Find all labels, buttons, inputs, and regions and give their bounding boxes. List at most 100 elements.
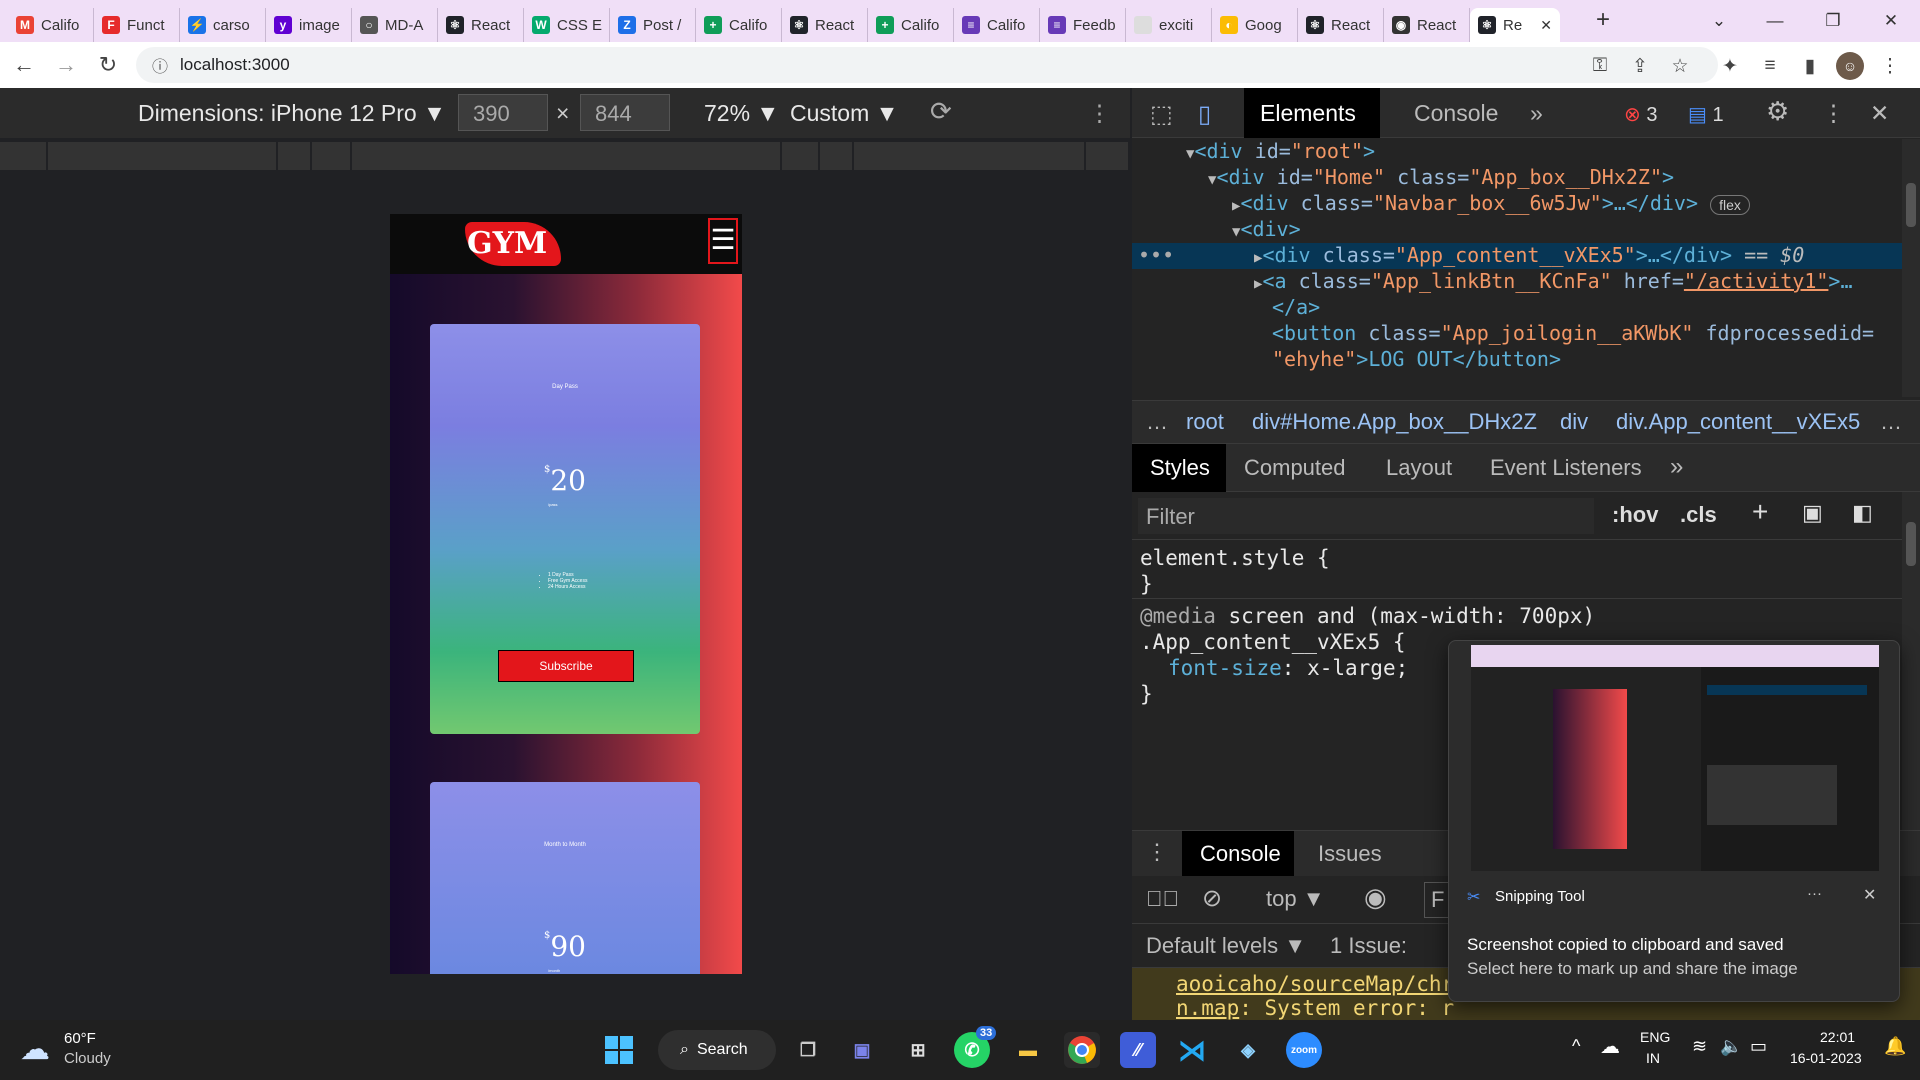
- share-icon[interactable]: ⇪: [1626, 52, 1654, 80]
- device-width-input[interactable]: 390: [458, 94, 548, 131]
- gym-logo[interactable]: GYM: [465, 222, 561, 266]
- password-key-icon[interactable]: ⚿: [1586, 52, 1614, 80]
- source-map-link[interactable]: aooicaho/sourceMap/chr: [1176, 972, 1454, 996]
- browser-tab[interactable]: exciti: [1126, 8, 1212, 42]
- app-icon[interactable]: ◈: [1230, 1032, 1266, 1068]
- dom-node-selected[interactable]: ••• ▶<div class="App_content__vXEx5">…</d…: [1132, 243, 1902, 269]
- store-icon[interactable]: ⊞: [900, 1032, 936, 1068]
- show-sidebar-icon[interactable]: ▶⃞: [1146, 886, 1179, 912]
- inspect-element-icon[interactable]: ⬚: [1150, 100, 1173, 129]
- show-hidden-icons[interactable]: ^: [1572, 1036, 1580, 1057]
- dom-node-home[interactable]: ▼<div id="Home" class="App_box__DHx2Z">: [1208, 165, 1674, 189]
- breadcrumb-item[interactable]: div.App_content__vXEx5: [1616, 409, 1860, 435]
- profile-avatar[interactable]: ☺: [1836, 52, 1864, 80]
- taskbar-search[interactable]: ⌕ Search: [658, 1030, 776, 1070]
- drawer-tab-console[interactable]: Console: [1182, 831, 1294, 877]
- powerautomate-icon[interactable]: ⁄⁄: [1120, 1032, 1156, 1068]
- issues-counter[interactable]: 1 Issue:: [1330, 933, 1407, 959]
- settings-gear-icon[interactable]: ⚙: [1766, 96, 1789, 127]
- hover-state-toggle[interactable]: :hov: [1612, 502, 1658, 528]
- vscode-icon[interactable]: ⋊: [1174, 1032, 1210, 1068]
- tab-search-icon[interactable]: ⌄: [1690, 0, 1748, 42]
- language-region[interactable]: IN: [1646, 1050, 1660, 1066]
- media-query[interactable]: @media screen and (max-width: 700px): [1140, 604, 1595, 628]
- drawer-menu-icon[interactable]: ⋮: [1146, 839, 1168, 865]
- throttle-select[interactable]: Custom ▼: [790, 100, 898, 127]
- screenshot-thumbnail[interactable]: [1471, 645, 1879, 871]
- side-panel-icon[interactable]: ▮: [1796, 52, 1824, 80]
- site-info-icon[interactable]: ⓘ: [152, 53, 168, 77]
- device-toggle-icon[interactable]: ▯: [1198, 100, 1211, 129]
- tab-layout[interactable]: Layout: [1386, 455, 1452, 481]
- styles-filter-input[interactable]: Filter: [1138, 498, 1594, 534]
- breadcrumb-item[interactable]: div: [1560, 409, 1588, 435]
- wifi-icon[interactable]: ≋: [1692, 1036, 1707, 1057]
- media-query-bar[interactable]: [0, 140, 1130, 172]
- breadcrumb-item[interactable]: div#Home.App_box__DHx2Z: [1252, 409, 1537, 435]
- maximize-button[interactable]: ❐: [1804, 0, 1862, 42]
- browser-tab[interactable]: ≡ Califo: [954, 8, 1040, 42]
- reload-button[interactable]: ↻: [90, 47, 126, 83]
- rule-selector[interactable]: .App_content__vXEx5 {: [1140, 630, 1406, 654]
- css-declaration[interactable]: font-size: x-large;: [1168, 656, 1408, 680]
- hamburger-menu-icon[interactable]: ☰: [708, 218, 738, 264]
- clock-date[interactable]: 16-01-2023: [1790, 1050, 1862, 1066]
- minimize-button[interactable]: —: [1746, 0, 1804, 42]
- new-rule-icon[interactable]: +: [1752, 496, 1768, 528]
- device-height-input[interactable]: 844: [580, 94, 670, 131]
- url-bar[interactable]: ⓘ localhost:3000: [136, 47, 1718, 83]
- back-button[interactable]: ←: [6, 47, 42, 83]
- browser-tab[interactable]: ⚛ React: [438, 8, 524, 42]
- close-window-button[interactable]: ✕: [1862, 0, 1920, 42]
- language-code[interactable]: ENG: [1640, 1029, 1670, 1045]
- teams-chat-icon[interactable]: ▣: [844, 1032, 880, 1068]
- flex-badge[interactable]: flex: [1710, 195, 1750, 215]
- styles-scrollbar[interactable]: [1902, 492, 1920, 830]
- dom-tree[interactable]: ▼<div id="root"> ▼<div id="Home" class="…: [1132, 139, 1902, 397]
- rotate-icon[interactable]: ⟳: [930, 96, 952, 127]
- zoom-select[interactable]: 72% ▼: [704, 100, 779, 127]
- notification-more-icon[interactable]: ···: [1807, 885, 1822, 902]
- browser-tab[interactable]: + Califo: [868, 8, 954, 42]
- volume-icon[interactable]: 🔈: [1720, 1036, 1742, 1057]
- notification-close-icon[interactable]: ✕: [1863, 885, 1876, 905]
- element-style-selector[interactable]: element.style {: [1140, 546, 1330, 570]
- css-property[interactable]: font-size: [1168, 656, 1282, 680]
- weather-temp[interactable]: 60°F: [64, 1030, 96, 1047]
- dom-scrollbar[interactable]: [1902, 139, 1920, 397]
- devtools-menu-icon[interactable]: ⋮: [1822, 100, 1845, 127]
- messages-badge[interactable]: ▤ 1: [1688, 102, 1724, 127]
- start-button[interactable]: [601, 1032, 637, 1068]
- dom-node-div[interactable]: ▼<div>: [1232, 217, 1301, 241]
- breadcrumb-item[interactable]: root: [1186, 409, 1224, 435]
- toggle-sidebar-icon[interactable]: ◧: [1852, 500, 1873, 526]
- tab-styles[interactable]: Styles: [1132, 444, 1226, 492]
- file-explorer-icon[interactable]: ▬: [1010, 1032, 1046, 1068]
- browser-tab[interactable]: F Funct: [94, 8, 180, 42]
- extensions-icon[interactable]: ✦: [1716, 52, 1744, 80]
- clock-time[interactable]: 22:01: [1820, 1029, 1855, 1045]
- paint-icon[interactable]: ▣: [1802, 500, 1823, 526]
- browser-tab[interactable]: Z Post /: [610, 8, 696, 42]
- more-tabs-icon[interactable]: »: [1530, 100, 1543, 127]
- node-actions-icon[interactable]: •••: [1138, 243, 1174, 267]
- forward-button[interactable]: →: [48, 47, 84, 83]
- browser-tab[interactable]: W CSS E: [524, 8, 610, 42]
- browser-tab[interactable]: ⚛ Re ✕: [1470, 8, 1560, 42]
- battery-icon[interactable]: ▭: [1750, 1036, 1767, 1057]
- tab-console[interactable]: Console: [1414, 100, 1498, 127]
- css-value[interactable]: x-large;: [1307, 656, 1408, 680]
- tab-computed[interactable]: Computed: [1244, 455, 1346, 481]
- snipping-tool-notification[interactable]: ✂ Snipping Tool ··· ✕ Screenshot copied …: [1448, 640, 1900, 1002]
- subscribe-button[interactable]: Subscribe: [498, 650, 634, 682]
- browser-tab[interactable]: ◉ React: [1384, 8, 1470, 42]
- dom-node-root[interactable]: ▼<div id="root">: [1186, 139, 1375, 163]
- tab-event-listeners[interactable]: Event Listeners: [1490, 455, 1642, 481]
- source-map-link[interactable]: n.map: [1176, 996, 1239, 1020]
- browser-tab[interactable]: M Califo: [8, 8, 94, 42]
- browser-tab[interactable]: ⚡ carso: [180, 8, 266, 42]
- new-tab-button[interactable]: +: [1596, 6, 1610, 34]
- drawer-tab-issues[interactable]: Issues: [1318, 841, 1382, 867]
- browser-tab[interactable]: ⚛ React: [1298, 8, 1384, 42]
- dom-node-link[interactable]: ▶<a class="App_linkBtn__KCnFa" href="/ac…: [1254, 269, 1853, 293]
